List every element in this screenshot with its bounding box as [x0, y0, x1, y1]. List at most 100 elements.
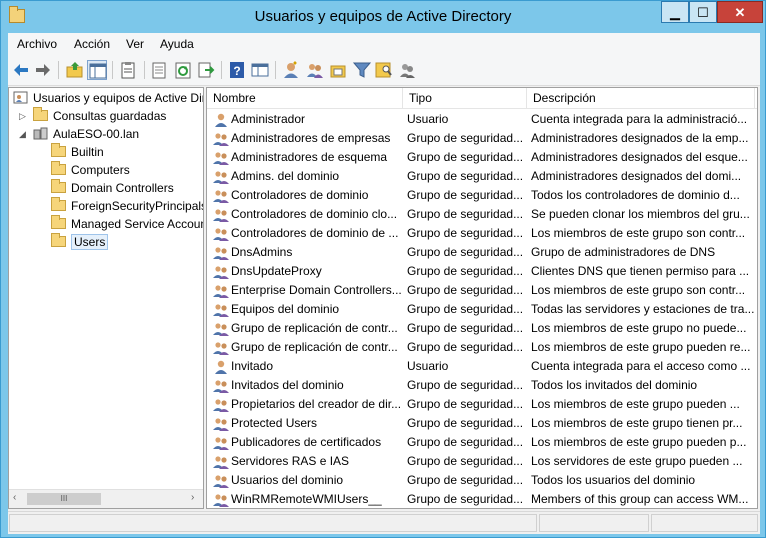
list-item[interactable]: Invitados del dominio Grupo de seguridad.… — [207, 376, 757, 395]
close-button[interactable]: ✕ — [717, 1, 763, 23]
status-segment — [651, 514, 758, 532]
client-area: Archivo Acción Ver Ayuda ? Usuarios y eq… — [8, 33, 760, 534]
collapse-icon[interactable]: ◢ — [19, 125, 29, 143]
menu-archivo[interactable]: Archivo — [17, 37, 57, 51]
list-item[interactable]: WinRMRemoteWMIUsers__ Grupo de seguridad.… — [207, 490, 757, 508]
column-header-name[interactable]: Nombre — [207, 88, 403, 108]
navigation-tree[interactable]: Usuarios y equipos de Active Dir ▷ Consu… — [8, 87, 204, 509]
title-bar[interactable]: Usuarios y equipos de Active Directory ▁… — [1, 1, 765, 33]
menu-ayuda[interactable]: Ayuda — [160, 37, 194, 51]
list-item[interactable]: Propietarios del creador de dir... Grupo … — [207, 395, 757, 414]
list-item[interactable]: Admins. del dominio Grupo de seguridad...… — [207, 167, 757, 186]
tree-foreign-label: ForeignSecurityPrincipals — [71, 199, 204, 213]
cell-type: Grupo de seguridad... — [407, 245, 524, 259]
list-item[interactable]: Usuarios del dominio Grupo de seguridad..… — [207, 471, 757, 490]
cell-desc: Los miembros de este grupo no puede... — [531, 321, 747, 335]
column-header-description[interactable]: Descripción — [527, 88, 755, 108]
group-icon — [213, 150, 229, 166]
list-item[interactable]: Grupo de replicación de contr... Grupo de… — [207, 319, 757, 338]
list-item[interactable]: Administrador Usuario Cuenta integrada par… — [207, 110, 757, 129]
filter-icon[interactable] — [352, 60, 372, 80]
refresh-icon[interactable] — [173, 60, 193, 80]
cell-name: Administradores de esquema — [231, 150, 388, 164]
list-item[interactable]: Protected Users Grupo de seguridad... Los … — [207, 414, 757, 433]
cell-desc: Todos los invitados del dominio — [531, 378, 698, 392]
new-ou-icon[interactable] — [328, 60, 348, 80]
column-header-type[interactable]: Tipo — [403, 88, 527, 108]
add-to-group-icon[interactable] — [397, 60, 417, 80]
menu-accion[interactable]: Acción — [74, 37, 110, 51]
list-item[interactable]: Publicadores de certificados Grupo de seg… — [207, 433, 757, 452]
cell-type: Grupo de seguridad... — [407, 283, 524, 297]
cell-name: Administrador — [231, 112, 306, 126]
folder-icon — [51, 233, 66, 247]
console-icon[interactable] — [250, 60, 270, 80]
folder-icon — [51, 161, 66, 175]
status-segment — [9, 514, 537, 532]
cell-name: Usuarios del dominio — [231, 473, 344, 487]
new-group-icon[interactable] — [305, 60, 325, 80]
cell-type: Grupo de seguridad... — [407, 226, 524, 240]
cell-type: Grupo de seguridad... — [407, 435, 524, 449]
tree-domain-controllers-label: Domain Controllers — [71, 181, 174, 195]
group-icon — [213, 397, 229, 413]
list-item[interactable]: Administradores de empresas Grupo de segu… — [207, 129, 757, 148]
tree-users-label: Users — [71, 234, 109, 250]
list-header: Nombre Tipo Descripción — [207, 88, 757, 109]
group-icon — [213, 378, 229, 394]
list-item[interactable]: Grupo de replicación de contr... Grupo de… — [207, 338, 757, 357]
list-item[interactable]: Controladores de dominio clo... Grupo de … — [207, 205, 757, 224]
cell-type: Grupo de seguridad... — [407, 321, 524, 335]
tree-root-label: Usuarios y equipos de Active Dir — [33, 91, 204, 105]
list-item[interactable]: Servidores RAS e IAS Grupo de seguridad..… — [207, 452, 757, 471]
minimize-button[interactable]: ▁ — [661, 1, 689, 23]
group-icon — [213, 169, 229, 185]
cell-desc: Todas las servidores y estaciones de tra… — [531, 302, 755, 316]
window-title: Usuarios y equipos de Active Directory — [254, 8, 512, 25]
back-icon[interactable] — [11, 60, 31, 80]
expand-icon[interactable]: ▷ — [19, 107, 29, 125]
find-icon[interactable] — [374, 60, 394, 80]
cell-name: WinRMRemoteWMIUsers__ — [231, 492, 382, 506]
help-icon[interactable]: ? — [227, 60, 247, 80]
properties-icon[interactable] — [118, 60, 138, 80]
scroll-right-button[interactable]: › — [191, 492, 194, 503]
tree-builtin-label: Builtin — [71, 145, 104, 159]
group-icon — [213, 207, 229, 223]
group-icon — [213, 264, 229, 280]
cell-type: Grupo de seguridad... — [407, 454, 524, 468]
list-item[interactable]: DnsAdmins Grupo de seguridad... Grupo de a… — [207, 243, 757, 262]
list-item[interactable]: Equipos del dominio Grupo de seguridad...… — [207, 300, 757, 319]
cell-name: DnsAdmins — [231, 245, 293, 259]
scroll-thumb[interactable]: III — [27, 493, 101, 505]
cell-type: Grupo de seguridad... — [407, 473, 524, 487]
up-folder-icon[interactable] — [65, 60, 85, 80]
tree-saved-queries-label: Consultas guardadas — [53, 109, 167, 123]
cell-desc: Administradores designados del domi... — [531, 169, 742, 183]
list-item[interactable]: DnsUpdateProxy Grupo de seguridad... Clien… — [207, 262, 757, 281]
cell-name: DnsUpdateProxy — [231, 264, 322, 278]
cell-type: Usuario — [407, 112, 449, 126]
show-tree-icon[interactable] — [87, 60, 107, 80]
details-list[interactable]: Nombre Tipo Descripción Administrador Usu… — [206, 87, 758, 509]
list-item[interactable]: Controladores de dominio de ... Grupo de … — [207, 224, 757, 243]
group-icon — [213, 454, 229, 470]
cell-name: Protected Users — [231, 416, 318, 430]
tree-horizontal-scrollbar[interactable]: ‹ III › — [9, 489, 203, 508]
export-list-icon[interactable] — [149, 60, 169, 80]
export-icon[interactable] — [196, 60, 216, 80]
forward-icon[interactable] — [33, 60, 53, 80]
cell-type: Grupo de seguridad... — [407, 264, 524, 278]
list-item[interactable]: Invitado Usuario Cuenta integrada para el … — [207, 357, 757, 376]
menu-ver[interactable]: Ver — [126, 37, 144, 51]
cell-desc: Administradores designados del esque... — [531, 150, 748, 164]
list-item[interactable]: Administradores de esquema Grupo de segur… — [207, 148, 757, 167]
list-item[interactable]: Controladores de dominio Grupo de segurid… — [207, 186, 757, 205]
maximize-button[interactable]: ☐ — [689, 1, 717, 23]
scroll-left-button[interactable]: ‹ — [13, 492, 16, 503]
list-item[interactable]: Enterprise Domain Controllers... Grupo de… — [207, 281, 757, 300]
cell-name: Controladores de dominio — [231, 188, 369, 202]
group-icon — [213, 321, 229, 337]
toolbar: ? — [8, 55, 760, 86]
new-user-icon[interactable] — [281, 60, 301, 80]
